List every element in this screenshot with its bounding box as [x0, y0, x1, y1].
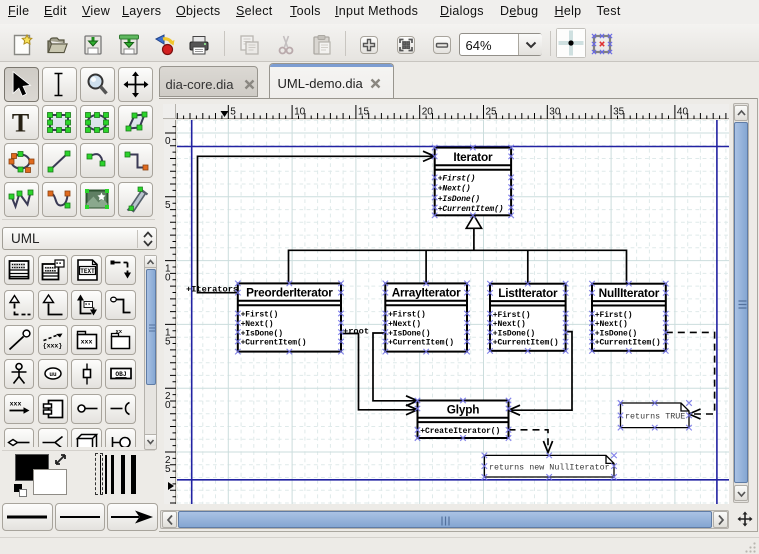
- svg-text:uu: uu: [49, 371, 57, 378]
- svg-text:+IsDone(): +IsDone(): [388, 329, 430, 338]
- svg-text:30: 30: [549, 107, 561, 118]
- svg-text:+Next(): +Next(): [595, 320, 628, 329]
- svg-text:+IsDone(): +IsDone(): [241, 329, 283, 338]
- svg-text:+Next(): +Next(): [493, 320, 526, 329]
- svg-text:+First(): +First(): [438, 175, 476, 184]
- svg-text:xxx: xxx: [80, 338, 92, 345]
- svg-text:+IsDone(): +IsDone(): [595, 329, 637, 338]
- svg-text:+First(): +First(): [595, 311, 633, 320]
- svg-text:+First(): +First(): [241, 311, 279, 320]
- svg-text:{xxx}: {xxx}: [42, 342, 62, 349]
- svg-text:NullIterator: NullIterator: [599, 286, 660, 300]
- svg-text:0: 0: [165, 136, 171, 147]
- svg-text:+CurrentItem(): +CurrentItem(): [493, 339, 559, 348]
- svg-text:15: 15: [358, 107, 370, 118]
- svg-text:+Next(): +Next(): [388, 320, 421, 329]
- svg-text:+First(): +First(): [493, 311, 531, 320]
- svg-text:+root: +root: [343, 326, 369, 336]
- svg-text:xxx: xxx: [9, 400, 21, 407]
- svg-text:PreorderIterator: PreorderIterator: [246, 286, 333, 300]
- svg-text:+CurrentItem(): +CurrentItem(): [595, 339, 661, 348]
- svg-text:40: 40: [677, 107, 689, 118]
- svg-text:10: 10: [294, 107, 306, 118]
- svg-text:20: 20: [422, 107, 434, 118]
- svg-text:T: T: [12, 109, 29, 138]
- svg-text:OBJ: OBJ: [115, 371, 126, 378]
- svg-text:ArrayIterator: ArrayIterator: [392, 286, 461, 300]
- svg-text:+IsDone(): +IsDone(): [438, 195, 480, 204]
- svg-text:+IsDone(): +IsDone(): [493, 329, 535, 338]
- svg-text:+CurrentItem(): +CurrentItem(): [241, 339, 307, 348]
- svg-text:0: 0: [165, 400, 171, 411]
- svg-text:+First(): +First(): [388, 311, 426, 320]
- svg-text:+CreateIterator(): +CreateIterator(): [420, 427, 500, 436]
- svg-text:5: 5: [165, 200, 171, 211]
- svg-text:returns new NullIterator: returns new NullIterator: [489, 462, 610, 472]
- svg-text:+Next(): +Next(): [241, 320, 274, 329]
- svg-text:+Iterators: +Iterators: [186, 284, 238, 294]
- svg-text:TEXT: TEXT: [80, 268, 95, 275]
- svg-text:+Next(): +Next(): [438, 185, 471, 194]
- svg-text:35: 35: [613, 107, 625, 118]
- svg-text:25: 25: [486, 107, 498, 118]
- svg-text:ListIterator: ListIterator: [498, 286, 558, 300]
- svg-text:+CurrentItem(): +CurrentItem(): [388, 339, 454, 348]
- svg-text:0: 0: [165, 273, 171, 284]
- svg-text:xx: xx: [115, 328, 122, 335]
- svg-text:returns TRUE: returns TRUE: [625, 411, 685, 421]
- svg-text:5: 5: [230, 107, 236, 118]
- svg-text:5: 5: [165, 464, 171, 475]
- svg-text:Glyph: Glyph: [447, 403, 479, 417]
- svg-text:5: 5: [165, 336, 171, 347]
- svg-text:Iterator: Iterator: [453, 150, 493, 164]
